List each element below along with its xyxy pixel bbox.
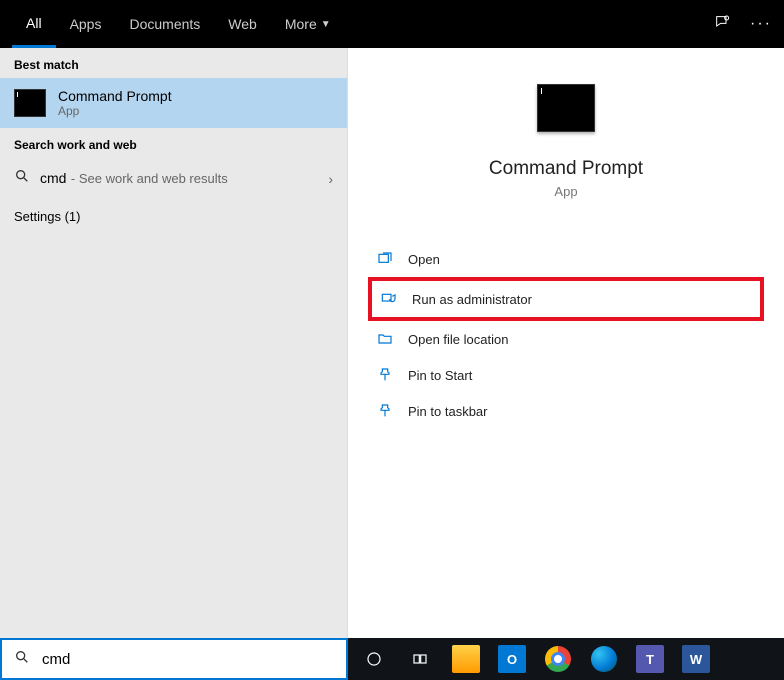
open-icon — [376, 250, 394, 268]
action-run-as-administrator[interactable]: Run as administrator — [368, 277, 764, 321]
tab-apps[interactable]: Apps — [56, 0, 116, 48]
web-hint: - See work and web results — [71, 171, 228, 186]
outlook-icon[interactable]: O — [492, 639, 532, 679]
task-view-icon[interactable] — [400, 639, 440, 679]
search-input[interactable] — [42, 651, 334, 668]
action-pin-to-taskbar[interactable]: Pin to taskbar — [368, 393, 764, 429]
pin-taskbar-icon — [376, 402, 394, 420]
detail-subtitle: App — [554, 184, 577, 199]
admin-shield-icon — [380, 290, 398, 308]
more-options-icon[interactable]: ··· — [750, 15, 772, 33]
results-panel: Best match Command Prompt App Search wor… — [0, 48, 348, 638]
action-run-admin-label: Run as administrator — [412, 292, 532, 307]
tab-all[interactable]: All — [12, 0, 56, 48]
detail-app-icon — [537, 84, 595, 132]
result-subtitle: App — [58, 104, 172, 118]
action-open-location-label: Open file location — [408, 332, 508, 347]
word-icon[interactable]: W — [676, 639, 716, 679]
teams-icon[interactable]: T — [630, 639, 670, 679]
chrome-icon[interactable] — [538, 639, 578, 679]
action-pin-to-start[interactable]: Pin to Start — [368, 357, 764, 393]
chevron-down-icon: ▼ — [321, 19, 331, 30]
best-match-header: Best match — [0, 48, 347, 78]
result-title: Command Prompt — [58, 88, 172, 104]
edge-icon[interactable] — [584, 639, 624, 679]
web-result-cmd[interactable]: cmd - See work and web results › — [0, 158, 347, 199]
tab-more[interactable]: More ▼ — [271, 0, 345, 48]
web-query: cmd — [40, 170, 66, 186]
action-pin-taskbar-label: Pin to taskbar — [408, 404, 488, 419]
search-icon — [14, 649, 30, 670]
tab-web[interactable]: Web — [214, 0, 271, 48]
cortana-icon[interactable] — [354, 639, 394, 679]
tab-more-label: More — [285, 16, 317, 32]
command-prompt-icon — [14, 89, 46, 117]
search-work-web-header: Search work and web — [0, 128, 347, 158]
result-command-prompt[interactable]: Command Prompt App — [0, 78, 347, 128]
action-pin-start-label: Pin to Start — [408, 368, 472, 383]
feedback-icon[interactable] — [714, 14, 730, 35]
file-explorer-icon[interactable] — [446, 639, 486, 679]
pin-start-icon — [376, 366, 394, 384]
detail-title: Command Prompt — [489, 158, 643, 180]
tab-documents[interactable]: Documents — [115, 0, 214, 48]
search-icon — [14, 168, 30, 189]
search-bar[interactable] — [0, 638, 348, 680]
settings-category[interactable]: Settings (1) — [0, 199, 347, 234]
action-open-label: Open — [408, 252, 440, 267]
folder-icon — [376, 330, 394, 348]
action-open[interactable]: Open — [368, 241, 764, 277]
search-tabs: All Apps Documents Web More ▼ ··· — [0, 0, 784, 48]
action-open-file-location[interactable]: Open file location — [368, 321, 764, 357]
chevron-right-icon: › — [328, 171, 333, 187]
taskbar: O T W — [348, 638, 784, 680]
detail-panel: Command Prompt App Open Run as administr… — [360, 60, 772, 626]
